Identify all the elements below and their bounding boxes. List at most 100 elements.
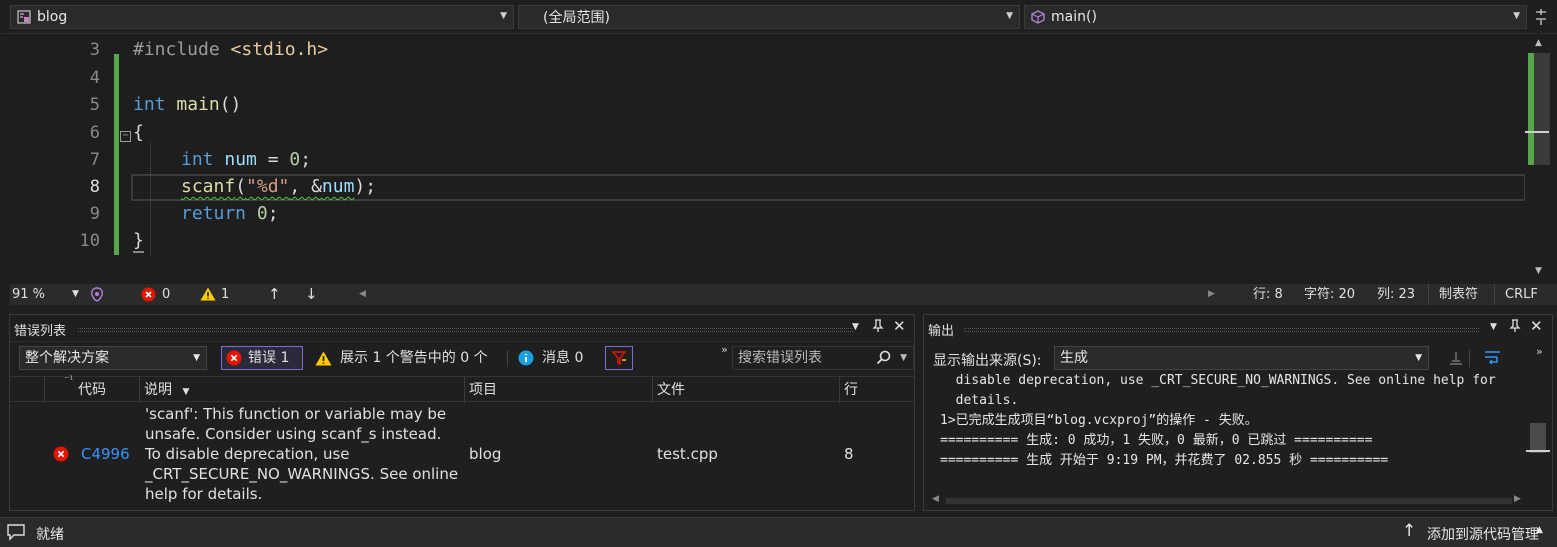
scope-dropdown[interactable]: (全局范围) ▼ — [518, 5, 1020, 29]
scroll-left-icon[interactable]: ◀ — [359, 284, 366, 305]
divider — [1494, 284, 1495, 305]
arrow-down-icon[interactable]: ↓ — [305, 284, 318, 305]
column-line[interactable]: 行 — [840, 377, 914, 403]
build-intellisense-filter-button[interactable] — [605, 346, 633, 370]
cursor-line[interactable]: 行: 8 — [1253, 284, 1283, 305]
messages-filter-label: 消息 0 — [542, 350, 584, 366]
sort-descending-icon: ▼ — [182, 387, 190, 397]
warning-count[interactable]: 1 — [221, 284, 229, 305]
panel-title: 错误列表 — [14, 324, 67, 339]
output-source-dropdown[interactable]: 生成 ▼ — [1054, 346, 1429, 370]
sort-icon: ⁻¹ — [64, 375, 74, 386]
error-icon[interactable] — [141, 287, 156, 308]
error-code-link[interactable]: C4996 — [81, 445, 130, 463]
panel-menu-icon[interactable]: ▼ — [1490, 322, 1497, 332]
scope-filter-dropdown[interactable]: 整个解决方案 ▼ — [19, 346, 207, 370]
warning-icon[interactable] — [200, 287, 216, 308]
scroll-right-icon[interactable]: ▶ — [1514, 494, 1521, 504]
output-line: 1>已完成生成项目“blog.vcxproj”的操作 - 失败。 — [940, 413, 1258, 428]
column-description-label: 说明 — [144, 382, 172, 398]
cursor-char[interactable]: 字符: 20 — [1304, 284, 1355, 305]
word-wrap-icon[interactable] — [1484, 350, 1502, 370]
info-icon — [518, 350, 534, 366]
notification-icon[interactable] — [6, 523, 26, 545]
column-file[interactable]: 文件 — [653, 377, 840, 403]
error-description: 'scanf': This function or variable may b… — [145, 405, 459, 503]
output-text-area[interactable]: disable deprecation, use _CRT_SECURE_NO_… — [924, 374, 1524, 492]
collapse-icon[interactable]: − — [120, 131, 131, 142]
chevron-down-icon: ▼ — [1513, 11, 1520, 21]
navigation-bar: blog ▼ (全局范围) ▼ main() ▼ — [0, 0, 1557, 34]
zoom-level[interactable]: 91 % — [12, 284, 45, 305]
grip[interactable] — [964, 328, 1479, 332]
error-count[interactable]: 0 — [162, 284, 170, 305]
chevron-down-icon[interactable]: ▼ — [900, 347, 907, 369]
column-code[interactable]: 代码 — [74, 377, 140, 403]
output-source-value: 生成 — [1060, 350, 1088, 366]
horizontal-scrollbar[interactable] — [372, 290, 1202, 299]
panel-header: 输出 ▼ ✕ — [924, 315, 1552, 342]
chevron-down-icon: ▼ — [500, 11, 507, 21]
pin-icon[interactable] — [872, 319, 884, 337]
search-icon[interactable] — [876, 350, 891, 372]
code-line-9: return 0; — [181, 203, 279, 224]
line-number: 4 — [89, 68, 100, 88]
output-line: ========== 生成: 0 成功，1 失败，0 最新，0 已跳过 ====… — [940, 433, 1373, 448]
error-line: 8 — [844, 445, 854, 463]
scroll-up-icon[interactable]: ▲ — [1535, 38, 1542, 48]
chevron-down-icon: ▼ — [1415, 353, 1422, 363]
arrow-up-icon[interactable]: ↑ — [268, 284, 281, 305]
output-line: details. — [940, 393, 1019, 408]
project-dropdown[interactable]: blog ▼ — [10, 5, 514, 29]
pin-icon[interactable] — [1509, 319, 1521, 337]
scroll-left-icon[interactable]: ◀ — [932, 494, 939, 504]
indent-mode[interactable]: 制表符 — [1439, 284, 1478, 305]
output-vertical-scrollbar[interactable] — [1526, 374, 1552, 492]
overflow-icon[interactable]: » — [721, 343, 728, 356]
arrow-up-icon[interactable]: ↑ — [1402, 521, 1416, 541]
column-project[interactable]: 项目 — [465, 377, 653, 403]
split-editor-button[interactable] — [1532, 7, 1550, 27]
error-file: test.cpp — [657, 445, 718, 463]
scope-filter-value: 整个解决方案 — [25, 350, 109, 366]
cursor-column[interactable]: 列: 23 — [1377, 284, 1415, 305]
line-number: 3 — [89, 40, 100, 60]
horizontal-scrollbar[interactable] — [946, 498, 1512, 504]
chevron-down-icon: ▼ — [193, 353, 200, 363]
column-description[interactable]: 说明 ▼ — [140, 377, 465, 403]
add-to-source-control-button[interactable]: 添加到源代码管理 — [1427, 524, 1539, 544]
change-map-marker — [1528, 53, 1534, 165]
warnings-filter-button[interactable]: 展示 1 个警告中的 0 个 — [315, 346, 488, 370]
editor-vertical-scrollbar[interactable]: ▲ ▼ — [1525, 34, 1557, 284]
warning-squiggle[interactable]: scanf("%d", &num — [181, 176, 354, 197]
caret-position-marker — [1526, 450, 1550, 452]
close-icon[interactable]: ✕ — [1530, 317, 1543, 335]
scroll-thumb[interactable] — [1530, 423, 1546, 453]
member-dropdown[interactable]: main() ▼ — [1024, 5, 1527, 29]
close-icon[interactable]: ✕ — [893, 317, 906, 335]
table-row[interactable]: C4996 'scanf': This function or variable… — [10, 402, 914, 510]
scroll-down-icon[interactable]: ▼ — [1535, 266, 1542, 276]
line-number: 9 — [89, 204, 100, 224]
errors-filter-button[interactable]: 错误 1 — [221, 346, 303, 370]
messages-filter-button[interactable]: 消息 0 — [518, 346, 583, 370]
indent-guide — [150, 142, 151, 255]
code-line-6: { — [133, 122, 144, 143]
line-number-current: 8 — [89, 177, 100, 197]
code-line-7: int num = 0; — [181, 149, 312, 170]
chevron-down-icon[interactable]: ▼ — [72, 284, 79, 305]
error-project: blog — [469, 445, 502, 463]
overflow-icon[interactable]: » — [1536, 345, 1543, 358]
grip[interactable] — [78, 328, 853, 332]
line-ending[interactable]: CRLF — [1505, 284, 1538, 305]
column-icon[interactable] — [10, 377, 45, 403]
output-panel: 输出 ▼ ✕ 显示输出来源(S): 生成 ▼ » disable depreca… — [923, 314, 1553, 511]
search-error-list-input[interactable]: 搜索错误列表 ▼ — [732, 346, 914, 370]
clear-all-icon[interactable] — [1447, 350, 1465, 370]
panel-menu-icon[interactable]: ▼ — [852, 322, 859, 332]
code-editor[interactable]: 3 4 5 6 7 8 9 10 − #include <stdio.h> in… — [10, 34, 1526, 284]
health-icon[interactable] — [90, 287, 104, 308]
chevron-up-icon[interactable]: ▲ — [1536, 525, 1543, 535]
scroll-right-icon[interactable]: ▶ — [1208, 284, 1215, 305]
method-icon — [1031, 10, 1045, 24]
